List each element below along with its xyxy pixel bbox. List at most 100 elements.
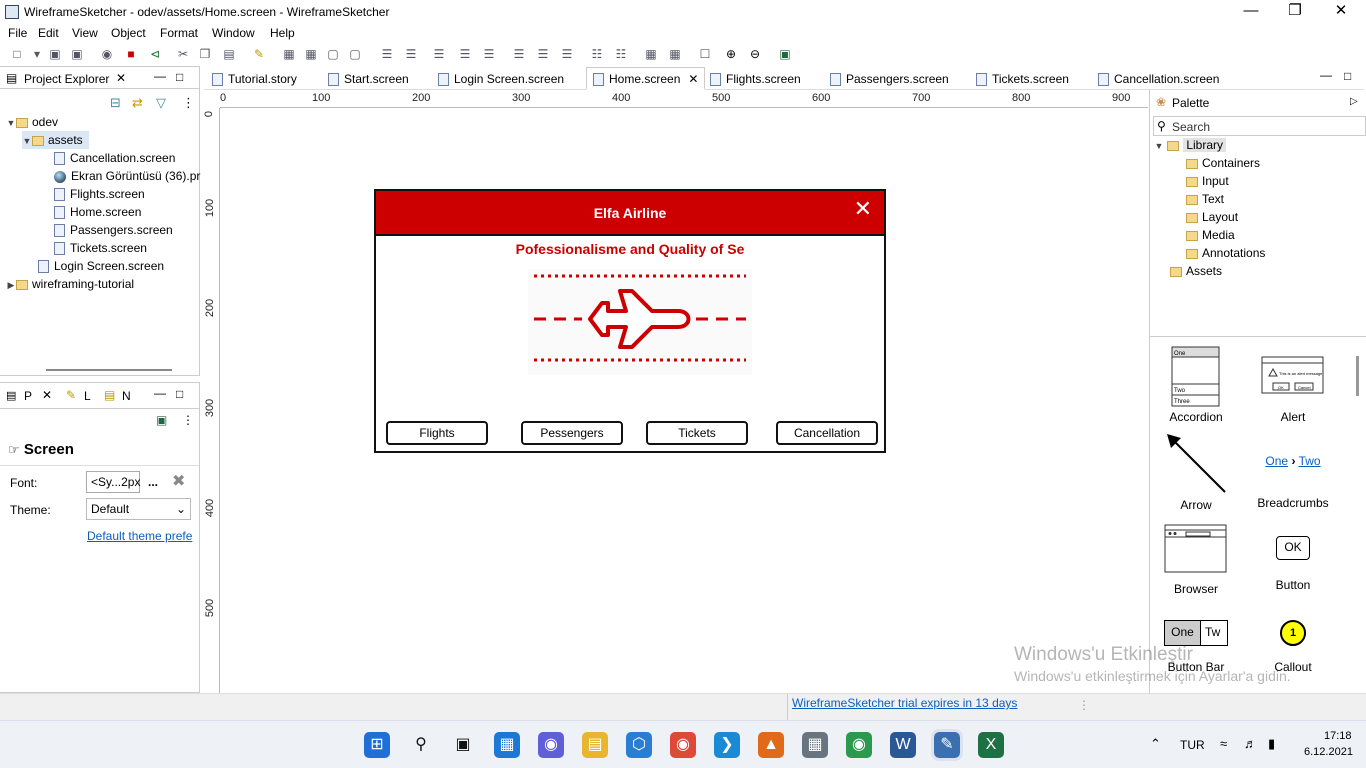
tree-item-cancellation[interactable]: Cancellation.screen — [54, 149, 175, 167]
chevron-up-icon[interactable]: ⌃ — [1150, 736, 1161, 752]
restore-button[interactable]: ❐ — [1272, 0, 1318, 24]
battery-icon[interactable]: ▮ — [1268, 736, 1275, 752]
palette-item-breadcrumbs[interactable]: One › Two Breadcrumbs — [1248, 454, 1338, 510]
palette-category[interactable]: Annotations — [1186, 244, 1265, 262]
pdf-icon[interactable]: ■ — [124, 47, 138, 61]
align-right-icon[interactable]: ☰ — [432, 47, 446, 61]
fit-all-icon[interactable]: ▦ — [668, 47, 682, 61]
chevron-right-icon[interactable]: ▶ — [6, 276, 16, 294]
tab-properties[interactable]: P — [24, 389, 32, 403]
chevron-down-icon[interactable]: ▼ — [22, 132, 32, 150]
align-middle-icon[interactable]: ☰ — [482, 47, 496, 61]
pessengers-button[interactable]: Pessengers — [521, 421, 623, 445]
filter-icon[interactable]: ▽ — [156, 95, 166, 111]
palette-category[interactable]: Input — [1186, 172, 1229, 190]
align-left-icon[interactable]: ☰ — [380, 47, 394, 61]
tree-item-assets[interactable]: ▼ assets — [22, 131, 89, 149]
palette-item-alert[interactable]: This is an alert message OK Cancel Alert — [1248, 356, 1338, 424]
cancellation-button[interactable]: Cancellation — [776, 421, 878, 445]
cut-icon[interactable]: ✂ — [176, 47, 190, 61]
save-all-icon[interactable]: ▣ — [70, 47, 84, 61]
palette-category[interactable]: Media — [1186, 226, 1235, 244]
menu-window[interactable]: Window — [212, 26, 255, 40]
airplane-image[interactable] — [528, 269, 752, 375]
palette-category[interactable]: Text — [1186, 190, 1224, 208]
vscode-icon[interactable]: ❯ — [714, 732, 740, 758]
menu-file[interactable]: File — [8, 26, 27, 40]
edit-icon[interactable]: ▣ — [156, 413, 167, 427]
font-field[interactable]: <Sy...2px — [86, 471, 140, 493]
tab-tutorial-story[interactable]: Tutorial.story — [212, 70, 297, 88]
palette-category[interactable]: Containers — [1186, 154, 1260, 172]
distribute-v-icon[interactable]: ☰ — [560, 47, 574, 61]
close-button[interactable]: ✕ — [1318, 0, 1364, 24]
palette-item-arrow[interactable]: Arrow — [1151, 432, 1241, 512]
tab-tickets-screen[interactable]: Tickets.screen — [976, 70, 1069, 88]
chevron-right-icon[interactable]: ▷ — [1350, 96, 1358, 107]
maximize-view-icon[interactable]: □ — [176, 70, 183, 84]
word-icon[interactable]: W — [890, 732, 916, 758]
send-back-icon[interactable]: ▢ — [348, 47, 362, 61]
dropdown-icon[interactable]: ▾ — [30, 47, 44, 61]
chrome-icon[interactable]: ◉ — [670, 732, 696, 758]
volume-icon[interactable]: ♬ — [1244, 736, 1257, 751]
tab-flights-screen[interactable]: Flights.screen — [710, 70, 801, 88]
palette-library[interactable]: ▼ Library — [1154, 136, 1227, 155]
same-width-icon[interactable]: ☷ — [590, 47, 604, 61]
tab-start-screen[interactable]: Start.screen — [328, 70, 409, 88]
palette-item-button[interactable]: OK Button — [1248, 536, 1338, 592]
fit-icon[interactable]: ▦ — [644, 47, 658, 61]
menu-help[interactable]: Help — [270, 26, 295, 40]
minimize-editor-icon[interactable]: — — [1320, 68, 1332, 82]
align-center-icon[interactable]: ☰ — [404, 47, 418, 61]
tab-cancellation-screen[interactable]: Cancellation.screen — [1098, 70, 1219, 88]
palette-search[interactable]: ⚲ Search — [1153, 116, 1366, 136]
minimize-view-icon[interactable]: — — [154, 69, 166, 83]
search-icon[interactable]: ⚲ — [408, 732, 434, 758]
tree-item-passengers[interactable]: Passengers.screen — [54, 221, 173, 239]
wireframe-subtitle[interactable]: Pofessionalisme and Quality of Se — [376, 241, 884, 257]
menu-format[interactable]: Format — [160, 26, 198, 40]
task-view-icon[interactable]: ▣ — [450, 732, 476, 758]
flights-button[interactable]: Flights — [386, 421, 488, 445]
tab-home-screen[interactable]: Home.screen ✕ — [586, 67, 706, 90]
distribute-h-icon[interactable]: ☰ — [536, 47, 550, 61]
view-menu-icon[interactable]: ⋮ — [182, 413, 194, 427]
same-height-icon[interactable]: ☷ — [614, 47, 628, 61]
chat-icon[interactable]: ◉ — [538, 732, 564, 758]
view-menu-icon[interactable]: ⋮ — [182, 95, 195, 111]
maximize-view-icon[interactable]: □ — [176, 387, 183, 401]
wireframesketcher-task-icon[interactable]: ✎ — [931, 729, 963, 761]
close-icon[interactable]: ✕ — [42, 388, 52, 402]
clock-date[interactable]: 6.12.2021 — [1304, 746, 1353, 758]
tree-item-flights[interactable]: Flights.screen — [54, 185, 145, 203]
close-icon[interactable]: ✕ — [116, 71, 126, 85]
scrollbar[interactable] — [1356, 356, 1359, 396]
trial-link[interactable]: WireframeSketcher trial expires in 13 da… — [792, 696, 1017, 710]
tickets-button[interactable]: Tickets — [646, 421, 748, 445]
clear-icon[interactable]: ✖ — [172, 471, 185, 491]
font-more-button[interactable]: ... — [148, 475, 158, 489]
wireframe-title[interactable]: Elfa Airline — [376, 191, 884, 236]
tree-item-image[interactable]: Ekran Görüntüsü (36).pr — [54, 167, 200, 185]
align-top-icon[interactable]: ☰ — [458, 47, 472, 61]
tree-item-home[interactable]: Home.screen — [54, 203, 141, 221]
palette-item-callout[interactable]: 1 Callout — [1248, 620, 1338, 674]
excel-icon[interactable]: X — [978, 732, 1004, 758]
chevron-down-icon[interactable]: ▼ — [6, 114, 16, 132]
palette-item-accordion[interactable]: One Two Three Accordion — [1151, 346, 1241, 424]
collapse-all-icon[interactable]: ⊟ — [110, 95, 121, 111]
zoom-out-icon[interactable]: ⊖ — [748, 47, 762, 61]
chevron-down-icon[interactable]: ▼ — [1154, 137, 1164, 155]
virtualbox-icon[interactable]: ⬡ — [626, 732, 652, 758]
clock-time[interactable]: 17:18 — [1324, 730, 1352, 742]
align-bottom-icon[interactable]: ☰ — [512, 47, 526, 61]
tab-passengers-screen[interactable]: Passengers.screen — [830, 70, 949, 88]
share-icon[interactable]: ⊲ — [148, 47, 162, 61]
minimize-button[interactable]: — — [1228, 0, 1274, 24]
close-tab-icon[interactable]: ✕ — [688, 72, 698, 86]
project-explorer-title[interactable]: Project Explorer — [24, 72, 109, 86]
start-icon[interactable]: ⊞ — [364, 732, 390, 758]
zoom-in-icon[interactable]: ⊕ — [724, 47, 738, 61]
wifi-icon[interactable]: ≈ — [1220, 736, 1227, 751]
